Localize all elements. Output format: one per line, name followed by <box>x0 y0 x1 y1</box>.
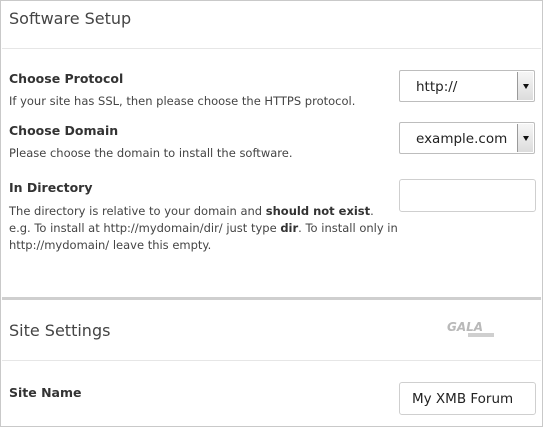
gala-logo-icon: GALA <box>447 320 494 337</box>
protocol-description: If your site has SSL, then please choose… <box>9 94 356 108</box>
site-settings-title: Site Settings <box>9 321 111 340</box>
chevron-down-icon[interactable] <box>517 124 533 152</box>
protocol-select-value: http:// <box>416 79 458 95</box>
domain-select-value: example.com <box>416 131 508 147</box>
site-name-label: Site Name <box>9 385 82 400</box>
title-divider <box>2 48 541 49</box>
directory-description: The directory is relative to your domain… <box>9 204 398 252</box>
domain-label: Choose Domain <box>9 123 119 138</box>
domain-description: Please choose the domain to install the … <box>9 146 293 160</box>
protocol-label: Choose Protocol <box>9 71 124 86</box>
chevron-down-icon[interactable] <box>517 72 533 100</box>
site-settings-divider <box>2 360 541 361</box>
domain-select[interactable]: example.com <box>399 122 535 154</box>
directory-label: In Directory <box>9 180 93 195</box>
site-name-input[interactable]: My XMB Forum <box>399 382 536 415</box>
directory-input[interactable] <box>399 179 536 212</box>
protocol-select[interactable]: http:// <box>399 70 535 102</box>
section-divider <box>2 297 541 300</box>
install-form-panel: Software Setup Choose Protocol If your s… <box>0 0 543 427</box>
software-setup-title: Software Setup <box>9 9 132 28</box>
logo-text: GALA <box>447 320 483 334</box>
